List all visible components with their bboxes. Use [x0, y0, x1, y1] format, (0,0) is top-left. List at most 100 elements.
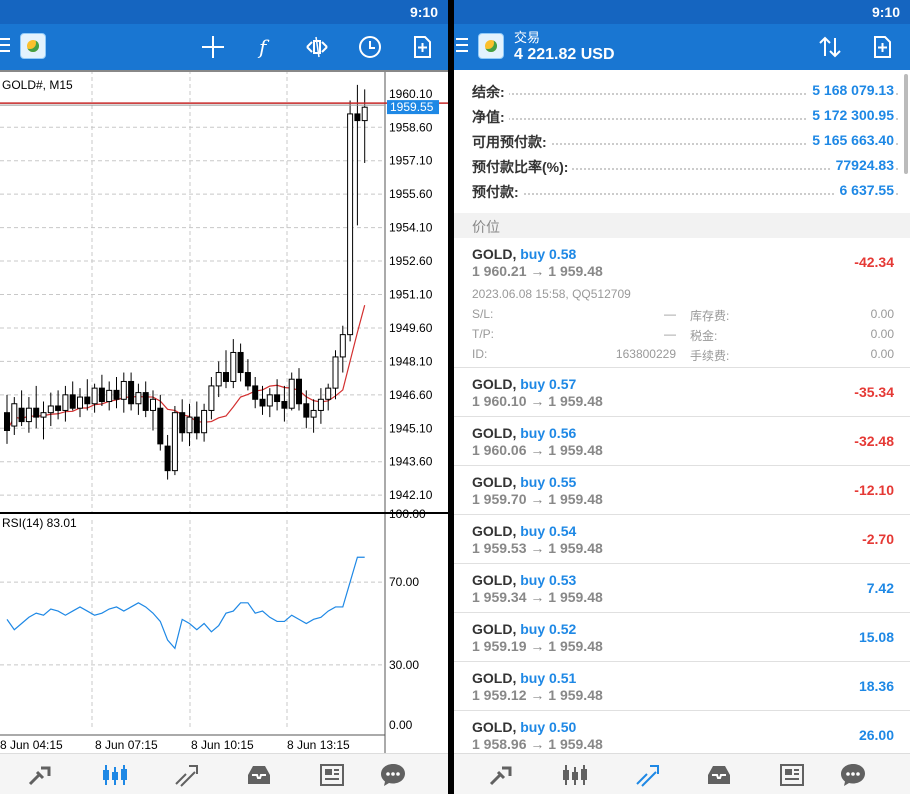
position-profit: 18.36: [858, 678, 894, 694]
history-icon[interactable]: [705, 762, 733, 788]
position-row[interactable]: GOLD, buy 0.58 1 960.21 → 1 959.48 -42.3…: [454, 238, 910, 368]
candle-body: [113, 389, 120, 400]
menu-icon[interactable]: [0, 38, 10, 54]
position-row[interactable]: GOLD, buy 0.50 1 958.96 → 1 959.48 26.00: [454, 711, 910, 753]
candle-body: [135, 392, 142, 405]
position-profit: -32.48: [854, 433, 894, 449]
candle: [91, 383, 98, 413]
candle-body: [25, 407, 32, 423]
candle-body: [120, 380, 127, 400]
status-time: 9:10: [871, 4, 900, 20]
price-tick-label: 1951.10: [389, 288, 433, 302]
price-tick-label: 1958.60: [389, 120, 433, 134]
candle-body: [259, 398, 266, 407]
quotes-icon[interactable]: [488, 762, 516, 788]
candle-body: [33, 407, 40, 418]
chart-pane: 9:10 f 1960.10 1958.60 1957.10 1955.60 1…: [0, 0, 448, 794]
position-profit: -12.10: [854, 482, 894, 498]
position-fee: 0.00: [870, 347, 894, 361]
shapes-icon[interactable]: [302, 32, 332, 62]
crosshair-icon[interactable]: [198, 32, 228, 62]
trade-icon[interactable]: [173, 762, 201, 788]
menu-icon[interactable]: [456, 38, 468, 54]
price-tick-label: 1955.60: [389, 187, 433, 201]
chart-top-border: [0, 70, 448, 72]
candle: [142, 381, 149, 418]
chart-toolbar: f: [0, 24, 448, 70]
candle-body: [193, 416, 200, 434]
chart-canvas[interactable]: 1960.10 1958.60 1957.10 1955.60 1954.10 1952.…: [0, 70, 448, 753]
position-tax: 0.00: [870, 327, 894, 341]
history-icon[interactable]: [245, 762, 273, 788]
status-bar: 9:10: [454, 0, 910, 24]
position-tp: —: [664, 327, 676, 341]
candle: [230, 339, 237, 389]
position-row[interactable]: GOLD, buy 0.57 1 960.10 → 1 959.48 -35.3…: [454, 368, 910, 417]
chart-icon[interactable]: [101, 762, 129, 788]
position-row[interactable]: GOLD, buy 0.52 1 959.19 → 1 959.48 15.08: [454, 613, 910, 662]
position-profit: -2.70: [862, 531, 894, 547]
sort-icon[interactable]: [815, 32, 845, 62]
position-row[interactable]: GOLD, buy 0.54 1 959.53 → 1 959.48 -2.70: [454, 515, 910, 564]
time-tick-label: 8 Jun 13:15: [287, 738, 350, 752]
candle: [361, 89, 368, 163]
candle-body: [69, 394, 76, 409]
candle: [164, 434, 171, 480]
price-tick-label: 1943.60: [389, 455, 433, 469]
candle-body: [84, 396, 91, 405]
candle: [266, 388, 273, 418]
timeframe-clock-icon[interactable]: [355, 32, 385, 62]
candle: [208, 376, 215, 420]
candle-body: [281, 401, 288, 409]
news-icon[interactable]: [318, 762, 346, 788]
chat-icon[interactable]: [839, 762, 867, 788]
price-tick-label: 1960.10: [389, 87, 433, 101]
candle: [354, 84, 361, 226]
candle-body: [106, 389, 113, 403]
candle-body: [274, 394, 281, 403]
candle: [296, 368, 302, 411]
rsi-tick-label: 0.00: [389, 718, 413, 732]
position-profit: -42.34: [854, 254, 894, 270]
candle: [339, 325, 346, 373]
position-profit: -35.34: [854, 384, 894, 400]
new-order-icon[interactable]: [867, 32, 897, 62]
candle: [237, 343, 244, 382]
position-row[interactable]: GOLD, buy 0.53 1 959.34 → 1 959.48 7.42: [454, 564, 910, 613]
current-price-label: 1959.55: [390, 100, 434, 114]
time-tick-label: 8 Jun 10:15: [191, 738, 254, 752]
header-balance: 4 221.82 USD: [514, 46, 615, 63]
trade-content[interactable]: 结余: 5 168 079.13 净值: 5 172 300.95 可用预付款: 5 …: [454, 70, 910, 753]
rsi-tick-label: 100.00: [389, 507, 426, 521]
position-row[interactable]: GOLD, buy 0.51 1 959.12 → 1 959.48 18.36: [454, 662, 910, 711]
quotes-icon[interactable]: [27, 762, 55, 788]
app-logo[interactable]: [20, 33, 46, 59]
app-logo[interactable]: [478, 33, 504, 59]
function-icon[interactable]: f: [250, 32, 280, 62]
candle: [18, 390, 25, 427]
chart-icon[interactable]: [561, 762, 589, 788]
price-tick-label: 1946.60: [389, 388, 433, 402]
trade-pane: 9:10 交易 4 221.82 USD 结余: 5 168 079.13 净值:…: [454, 0, 910, 794]
price-tick-label: 1948.10: [389, 354, 433, 368]
price-chart[interactable]: 1960.10 1958.60 1957.10 1955.60 1954.10 1952.…: [0, 70, 448, 753]
chat-icon[interactable]: [379, 762, 407, 788]
candle-body: [142, 392, 149, 411]
candle-body: [18, 407, 25, 423]
trade-title: 交易: [514, 30, 541, 45]
news-icon[interactable]: [778, 762, 806, 788]
position-row[interactable]: GOLD, buy 0.55 1 959.70 → 1 959.48 -12.1…: [454, 466, 910, 515]
position-row[interactable]: GOLD, buy 0.56 1 960.06 → 1 959.48 -32.4…: [454, 417, 910, 466]
summary-margin-level: 预付款比率(%): 77924.83: [472, 153, 898, 178]
status-bar: 9:10: [0, 0, 448, 24]
trade-toolbar: 交易 4 221.82 USD: [454, 24, 910, 70]
candle-body: [201, 409, 208, 434]
scrollbar-thumb[interactable]: [904, 74, 908, 174]
candle: [281, 385, 288, 422]
trade-icon[interactable]: [634, 762, 662, 788]
candle: [11, 397, 18, 435]
candle-body: [91, 387, 98, 405]
new-order-icon[interactable]: [407, 32, 437, 62]
candle: [77, 388, 83, 418]
candle-body: [179, 412, 186, 434]
